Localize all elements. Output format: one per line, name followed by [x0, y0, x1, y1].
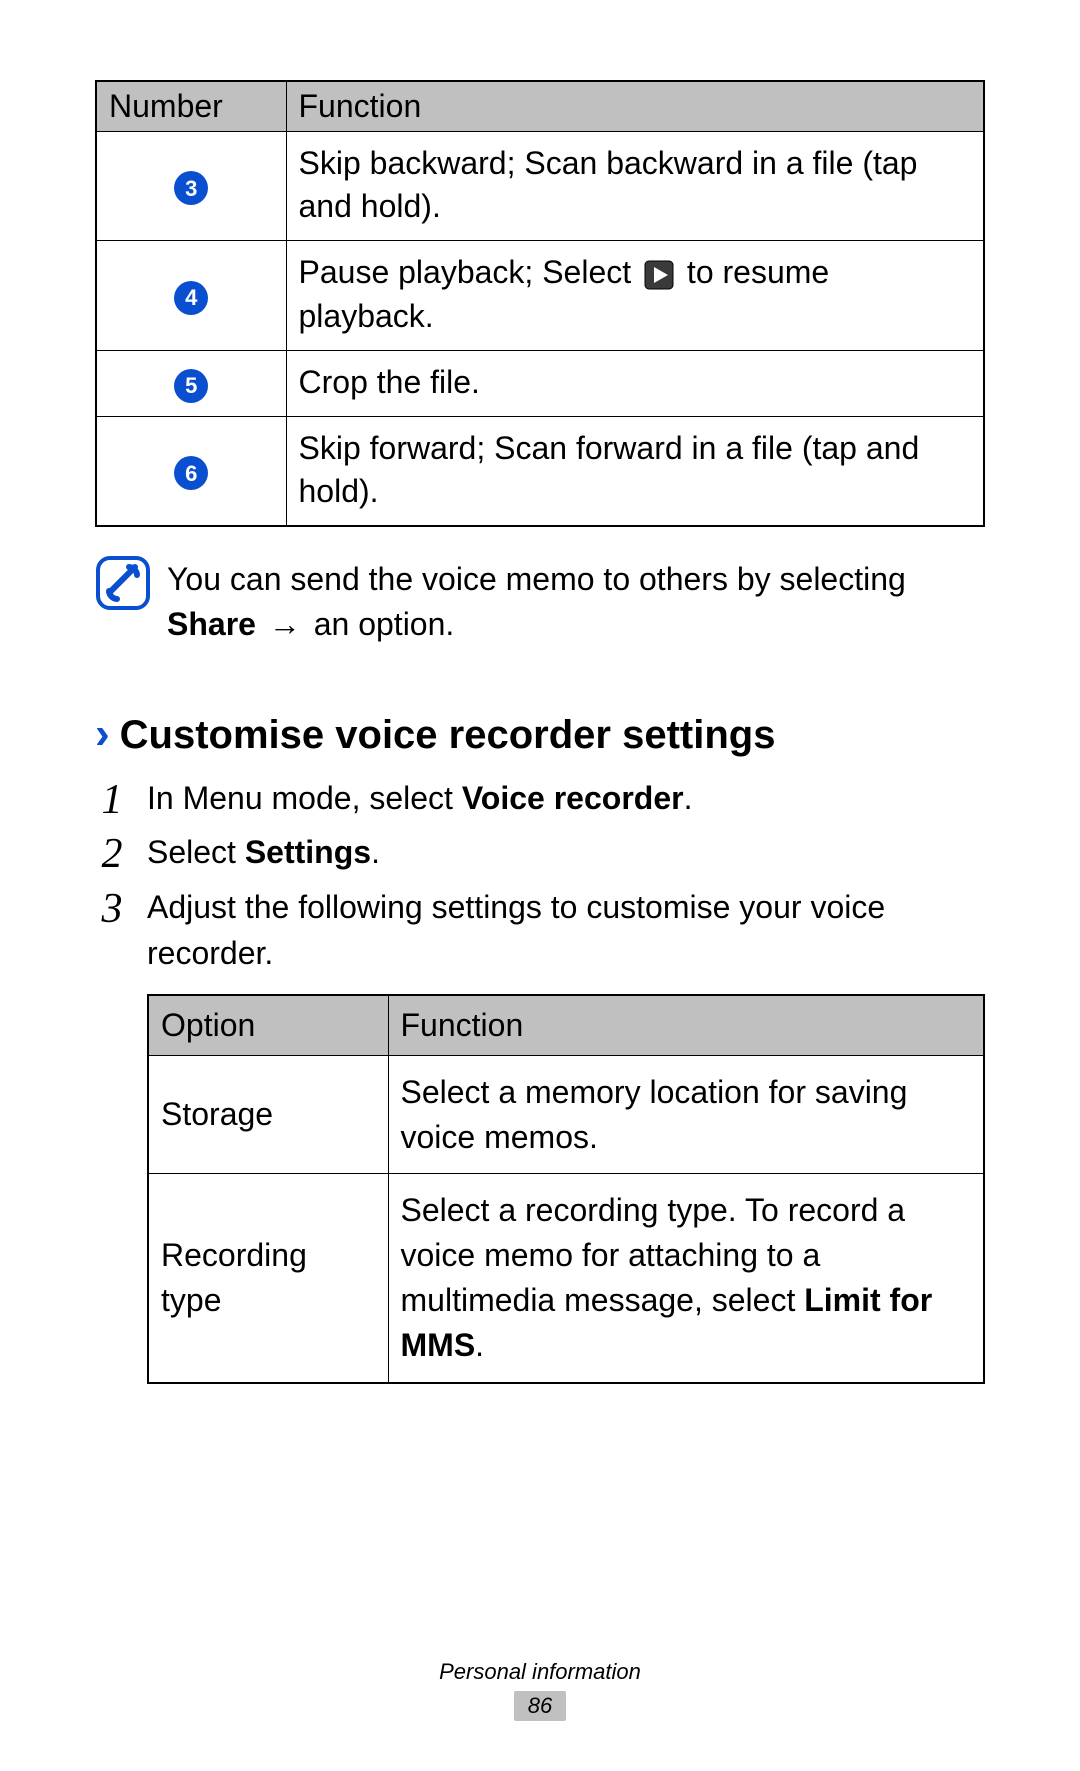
step-number: 2	[95, 829, 129, 875]
note-text: You can send the voice memo to others by…	[167, 555, 985, 647]
step-number: 1	[95, 775, 129, 821]
page-number: 86	[514, 1691, 566, 1721]
section-title: Customise voice recorder settings	[120, 713, 776, 758]
step-number: 3	[95, 884, 129, 930]
header-function: Function	[286, 81, 984, 132]
page: Number Function 3 Skip backward; Scan ba…	[0, 0, 1080, 1771]
table-row: 5 Crop the file.	[96, 350, 984, 416]
step-pre: Select	[147, 834, 245, 870]
number-badge-4-icon: 4	[174, 281, 208, 315]
table-row: Storage Select a memory location for sav…	[148, 1055, 984, 1174]
step-body: Select Settings.	[147, 829, 985, 875]
chevron-right-icon: ›	[95, 709, 110, 759]
step-post: .	[371, 834, 380, 870]
step-pre: Adjust the following settings to customi…	[147, 889, 885, 971]
steps-list: 1 In Menu mode, select Voice recorder. 2…	[95, 775, 985, 1384]
function-cell: Skip forward; Scan forward in a file (ta…	[286, 416, 984, 526]
arrow-icon: →	[269, 606, 301, 642]
number-badge-3-icon: 3	[174, 171, 208, 205]
number-cell: 3	[96, 132, 286, 241]
header-function: Function	[388, 995, 984, 1055]
function-cell: Crop the file.	[286, 350, 984, 416]
step-pre: In Menu mode, select	[147, 780, 462, 816]
step-post: .	[684, 780, 693, 816]
note-bold: Share	[167, 606, 256, 642]
playback-controls-table: Number Function 3 Skip backward; Scan ba…	[95, 80, 985, 527]
note-icon	[95, 555, 151, 611]
number-cell: 4	[96, 241, 286, 350]
step-bold: Voice recorder	[462, 780, 684, 816]
function-cell: Skip backward; Scan backward in a file (…	[286, 132, 984, 241]
section-heading: › Customise voice recorder settings	[95, 709, 985, 759]
note-post: an option.	[305, 606, 454, 642]
table-row: 4 Pause playback; Select to resume playb…	[96, 241, 984, 350]
step-item: 3 Adjust the following settings to custo…	[95, 884, 985, 1384]
function-cell: Select a memory location for saving voic…	[388, 1055, 984, 1174]
step-item: 1 In Menu mode, select Voice recorder.	[95, 775, 985, 821]
desc-pre: Pause playback; Select	[299, 254, 641, 290]
table-row: 6 Skip forward; Scan forward in a file (…	[96, 416, 984, 526]
number-badge-5-icon: 5	[174, 369, 208, 403]
number-badge-6-icon: 6	[174, 456, 208, 490]
note-callout: You can send the voice memo to others by…	[95, 555, 985, 647]
number-cell: 5	[96, 350, 286, 416]
table-row: 3 Skip backward; Scan backward in a file…	[96, 132, 984, 241]
option-cell: Recording type	[148, 1174, 388, 1383]
header-option: Option	[148, 995, 388, 1055]
option-cell: Storage	[148, 1055, 388, 1174]
step-body: Adjust the following settings to customi…	[147, 884, 985, 1384]
function-cell: Select a recording type. To record a voi…	[388, 1174, 984, 1383]
step-body: In Menu mode, select Voice recorder.	[147, 775, 985, 821]
play-icon	[644, 260, 674, 290]
footer-section-label: Personal information	[0, 1659, 1080, 1685]
table-row: Recording type Select a recording type. …	[148, 1174, 984, 1383]
function-cell: Pause playback; Select to resume playbac…	[286, 241, 984, 350]
step-item: 2 Select Settings.	[95, 829, 985, 875]
header-number: Number	[96, 81, 286, 132]
note-pre: You can send the voice memo to others by…	[167, 561, 906, 597]
settings-options-table: Option Function Storage Select a memory …	[147, 994, 985, 1383]
page-footer: Personal information 86	[0, 1659, 1080, 1721]
number-cell: 6	[96, 416, 286, 526]
table-header-row: Number Function	[96, 81, 984, 132]
step-bold: Settings	[245, 834, 371, 870]
table-header-row: Option Function	[148, 995, 984, 1055]
desc-post: .	[475, 1327, 484, 1363]
